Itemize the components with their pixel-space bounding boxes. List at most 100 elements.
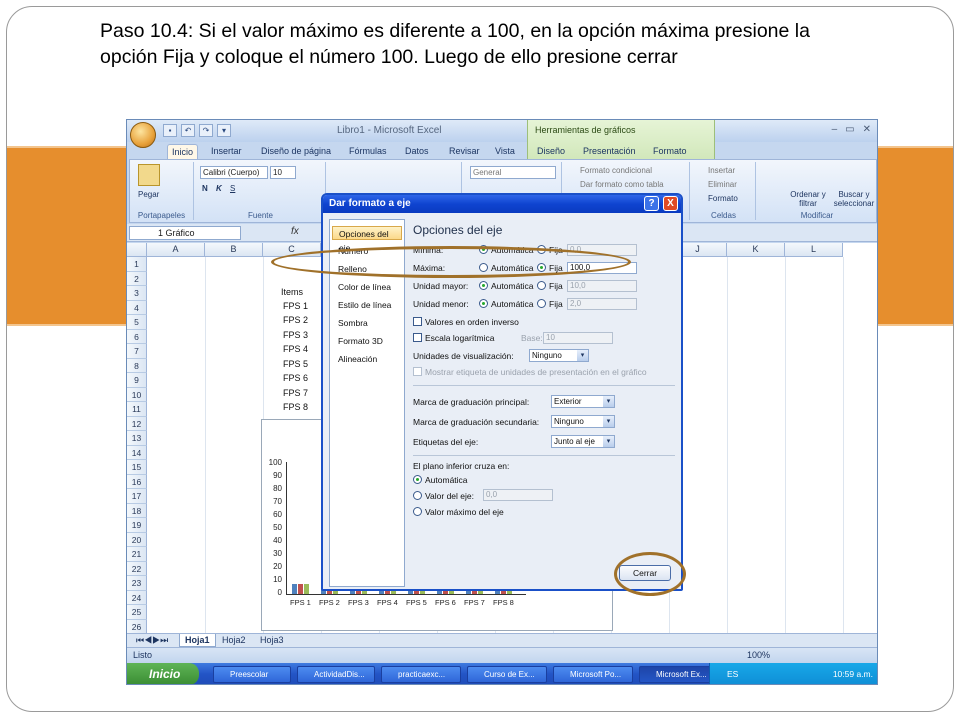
show-units-checkbox[interactable]: Mostrar etiqueta de unidades de presenta… xyxy=(413,367,647,377)
minor-value-field[interactable]: 2,0 xyxy=(567,298,637,310)
table-format-button[interactable]: Dar formato como tabla xyxy=(580,180,664,189)
row-header-16[interactable]: 16 xyxy=(127,474,147,489)
sheet-tab-hoja3[interactable]: Hoja3 xyxy=(255,634,289,647)
category-axis-line[interactable] xyxy=(286,594,526,595)
row-header-8[interactable]: 8 xyxy=(127,358,147,373)
chevron-down-icon[interactable]: ▾ xyxy=(603,396,614,407)
column-header-k[interactable]: K xyxy=(727,243,785,257)
taskbar-item-practica[interactable]: practicaexc... xyxy=(381,666,461,683)
tab-formato[interactable]: Formato xyxy=(649,144,691,160)
paste-icon[interactable] xyxy=(138,164,160,186)
row-header-9[interactable]: 9 xyxy=(127,373,147,388)
chevron-down-icon[interactable]: ▾ xyxy=(603,436,614,447)
cell-fps2[interactable]: FPS 2 xyxy=(283,315,308,325)
nav-axis-options[interactable]: Opciones del eje xyxy=(332,226,402,253)
help-icon[interactable]: ? xyxy=(644,196,659,211)
row-header-10[interactable]: 10 xyxy=(127,387,147,402)
cell-fps4[interactable]: FPS 4 xyxy=(283,344,308,354)
start-button[interactable]: Inicio xyxy=(127,663,199,684)
row-header-14[interactable]: 14 xyxy=(127,445,147,460)
clock[interactable]: 10:59 a.m. xyxy=(833,663,873,684)
cell-fps1[interactable]: FPS 1 xyxy=(283,301,308,311)
minor-auto-radio-dot[interactable] xyxy=(479,299,488,308)
number-format-combo[interactable]: General xyxy=(470,166,556,179)
delete-cells-button[interactable]: Eliminar xyxy=(708,180,737,189)
row-header-15[interactable]: 15 xyxy=(127,460,147,475)
row-header-23[interactable]: 23 xyxy=(127,576,147,591)
cell-items[interactable]: Items xyxy=(281,287,303,297)
row-header-11[interactable]: 11 xyxy=(127,402,147,417)
chart-bar[interactable] xyxy=(298,584,303,594)
display-units-dropdown[interactable]: Ninguno ▾ xyxy=(529,349,589,362)
chart-bar[interactable] xyxy=(292,584,297,594)
row-header-7[interactable]: 7 xyxy=(127,344,147,359)
row-header-3[interactable]: 3 xyxy=(127,286,147,301)
minimize-icon[interactable]: – xyxy=(832,124,838,135)
taskbar-item-preescolar[interactable]: Preescolar xyxy=(213,666,291,683)
conditional-format-button[interactable]: Formato condicional xyxy=(580,166,652,175)
base-field[interactable]: 10 xyxy=(543,332,613,344)
value-axis-line[interactable] xyxy=(286,462,287,594)
row-header-20[interactable]: 20 xyxy=(127,532,147,547)
tab-diseno[interactable]: Diseño xyxy=(533,144,569,160)
row-header-18[interactable]: 18 xyxy=(127,503,147,518)
row-header-6[interactable]: 6 xyxy=(127,329,147,344)
cross-value-field[interactable]: 0,0 xyxy=(483,489,553,501)
show-units-check-box[interactable] xyxy=(413,367,422,376)
row-header-4[interactable]: 4 xyxy=(127,300,147,315)
nav-alignment[interactable]: Alineación xyxy=(332,352,402,366)
tab-datos[interactable]: Datos xyxy=(401,144,433,160)
office-button[interactable] xyxy=(130,122,156,148)
tab-revisar[interactable]: Revisar xyxy=(445,144,484,160)
row-header-5[interactable]: 5 xyxy=(127,315,147,330)
row-header-22[interactable]: 22 xyxy=(127,561,147,576)
corner-header[interactable] xyxy=(127,243,147,257)
cell-fps8[interactable]: FPS 8 xyxy=(283,402,308,412)
row-header-26[interactable]: 26 xyxy=(127,619,147,634)
cross-value-radio-dot[interactable] xyxy=(413,491,422,500)
taskbar-item-excel[interactable]: Microsoft Ex... xyxy=(639,666,719,683)
italic-button[interactable]: K xyxy=(216,184,222,193)
close-icon[interactable]: X xyxy=(663,196,678,211)
format-cells-button[interactable]: Formato xyxy=(708,194,738,203)
log-scale-checkbox[interactable]: Escala logarítmica xyxy=(413,333,494,343)
tab-insertar[interactable]: Insertar xyxy=(207,144,246,160)
row-header-24[interactable]: 24 xyxy=(127,590,147,605)
reverse-check-box[interactable] xyxy=(413,317,422,326)
axis-labels-dropdown[interactable]: Junto al eje ▾ xyxy=(551,435,615,448)
tab-diseno-pagina[interactable]: Diseño de página xyxy=(257,144,335,160)
tab-formulas[interactable]: Fórmulas xyxy=(345,144,391,160)
column-header-a[interactable]: A xyxy=(147,243,205,257)
major-auto-radio[interactable]: Automática xyxy=(479,281,534,291)
nav-line-style[interactable]: Estilo de línea xyxy=(332,298,402,312)
row-header-25[interactable]: 25 xyxy=(127,605,147,620)
nav-3d-format[interactable]: Formato 3D xyxy=(332,334,402,348)
minor-fixed-radio-dot[interactable] xyxy=(537,299,546,308)
minor-tick-dropdown[interactable]: Ninguno ▾ xyxy=(551,415,615,428)
minor-fixed-radio[interactable]: Fija xyxy=(537,299,563,309)
log-check-box[interactable] xyxy=(413,333,422,342)
cross-auto-radio[interactable]: Automática xyxy=(413,475,468,485)
undo-icon[interactable]: ↶ xyxy=(181,124,195,137)
insert-cells-button[interactable]: Insertar xyxy=(708,166,735,175)
language-indicator[interactable]: ES xyxy=(727,663,738,684)
minor-auto-radio[interactable]: Automática xyxy=(479,299,534,309)
major-value-field[interactable]: 10,0 xyxy=(567,280,637,292)
cell-fps5[interactable]: FPS 5 xyxy=(283,359,308,369)
major-auto-radio-dot[interactable] xyxy=(479,281,488,290)
row-header-12[interactable]: 12 xyxy=(127,416,147,431)
major-tick-dropdown[interactable]: Exterior ▾ xyxy=(551,395,615,408)
find-select-button[interactable]: Buscar y seleccionar xyxy=(832,190,876,208)
chevron-down-icon[interactable]: ▾ xyxy=(577,350,588,361)
row-header-1[interactable]: 1 xyxy=(127,257,147,272)
paste-button[interactable]: Pegar xyxy=(138,190,159,199)
customize-qat-icon[interactable]: ▾ xyxy=(217,124,231,137)
sheet-tab-hoja1[interactable]: Hoja1 xyxy=(179,634,216,647)
row-header-21[interactable]: 21 xyxy=(127,547,147,562)
redo-icon[interactable]: ↷ xyxy=(199,124,213,137)
nav-line-color[interactable]: Color de línea xyxy=(332,280,402,294)
sheet-tab-hoja2[interactable]: Hoja2 xyxy=(217,634,251,647)
row-header-2[interactable]: 2 xyxy=(127,271,147,286)
cell-fps6[interactable]: FPS 6 xyxy=(283,373,308,383)
restore-icon[interactable]: ▭ xyxy=(845,124,854,135)
